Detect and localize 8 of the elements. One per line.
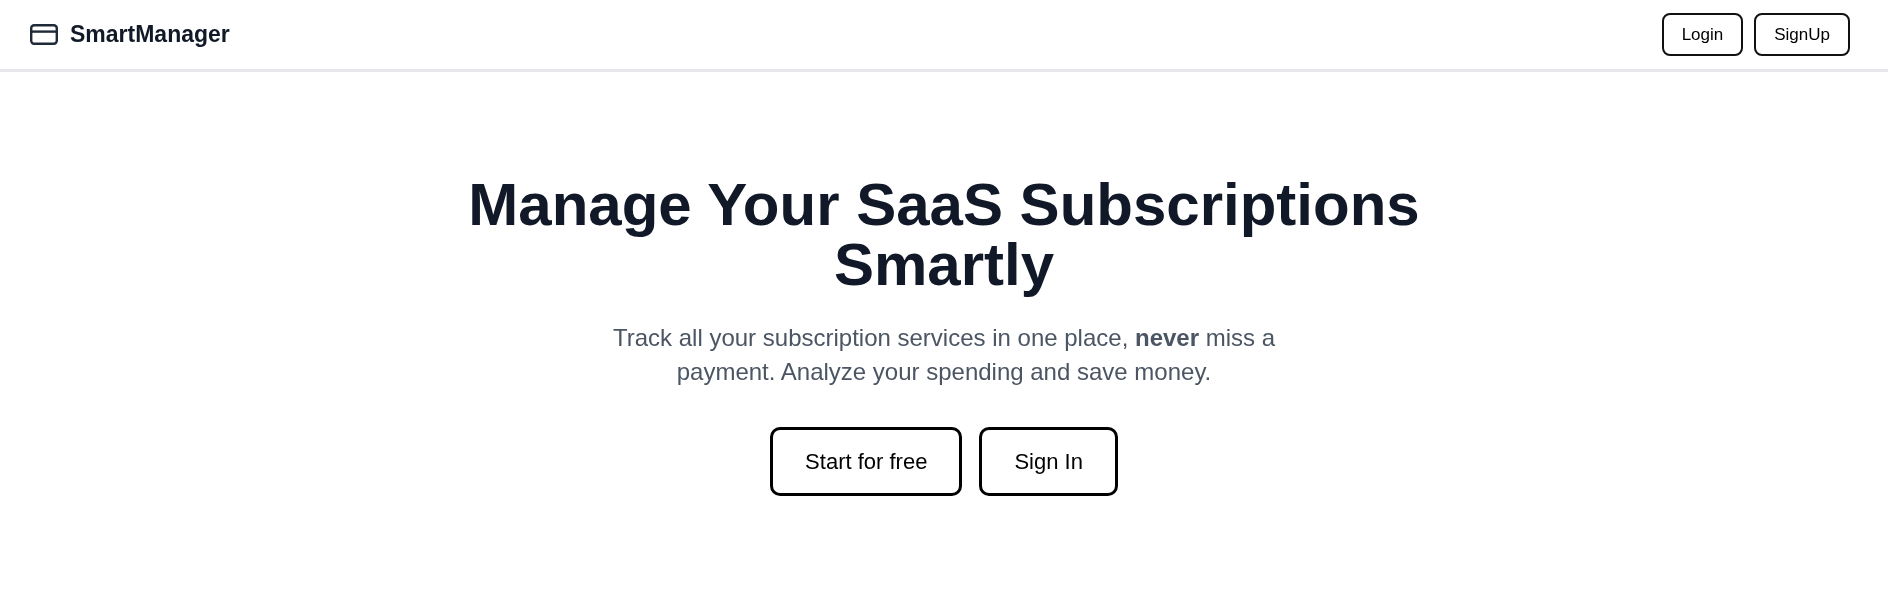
brand-name: SmartManager [70,23,230,46]
hero-subtitle: Track all your subscription services in one place, never miss a payment. Analyze your spending and save money. [611,323,1277,387]
header-button[interactable]: SignUp [1754,13,1850,56]
credit-card-icon [30,24,58,45]
header-button[interactable]: Login [1661,13,1744,56]
hero-button[interactable]: Sign In [979,427,1118,496]
hero-title: Manage Your SaaS Subscriptions Smartly [467,175,1421,295]
hero-button[interactable]: Start for free [770,427,963,496]
